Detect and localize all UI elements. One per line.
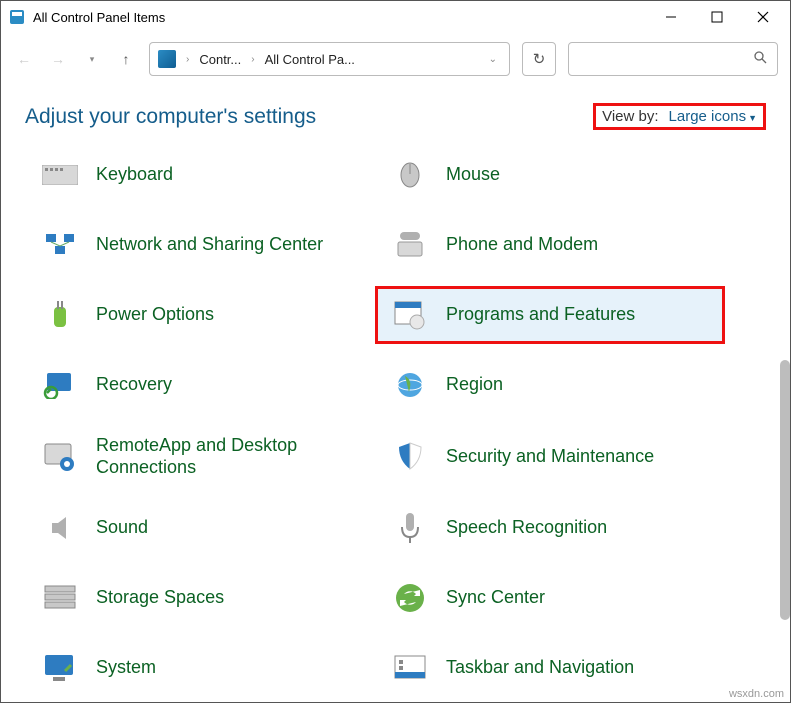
item-label: System xyxy=(96,657,156,679)
maximize-button[interactable] xyxy=(694,3,740,31)
item-label: Keyboard xyxy=(96,164,173,186)
item-power[interactable]: Power Options xyxy=(25,286,375,344)
caption-buttons xyxy=(648,3,786,31)
header-row: Adjust your computer's settings View by:… xyxy=(1,85,790,140)
control-panel-icon xyxy=(9,8,27,26)
item-network[interactable]: Network and Sharing Center xyxy=(25,216,375,274)
item-speech[interactable]: Speech Recognition xyxy=(375,499,725,557)
keyboard-icon xyxy=(38,155,82,195)
breadcrumb-1[interactable]: Contr... xyxy=(199,52,241,67)
view-by-label: View by: xyxy=(602,108,658,125)
item-label: Recovery xyxy=(96,374,172,396)
item-label: Storage Spaces xyxy=(96,587,224,609)
recovery-icon xyxy=(38,365,82,405)
storage-icon xyxy=(38,578,82,618)
item-taskbar[interactable]: Taskbar and Navigation xyxy=(375,639,725,697)
item-label: Speech Recognition xyxy=(446,517,607,539)
page-title: Adjust your computer's settings xyxy=(25,105,316,129)
window-title: All Control Panel Items xyxy=(33,10,648,25)
watermark: wsxdn.com xyxy=(729,688,784,700)
toolbar: ← → ▾ ↑ › Contr... › All Control Pa... ⌄… xyxy=(1,33,790,85)
phone-icon xyxy=(388,225,432,265)
item-recovery[interactable]: Recovery xyxy=(25,356,375,414)
item-label: Sync Center xyxy=(446,587,545,609)
sound-icon xyxy=(38,508,82,548)
item-label: Programs and Features xyxy=(446,304,635,326)
taskbar-icon xyxy=(388,648,432,688)
item-programs[interactable]: Programs and Features xyxy=(375,286,725,344)
item-security[interactable]: Security and Maintenance xyxy=(375,426,725,487)
item-remoteapp[interactable]: RemoteApp and Desktop Connections xyxy=(25,426,375,487)
vertical-scrollbar[interactable] xyxy=(780,360,790,620)
speech-icon xyxy=(388,508,432,548)
item-mouse[interactable]: Mouse xyxy=(375,146,725,204)
system-icon xyxy=(38,648,82,688)
item-label: Mouse xyxy=(446,164,500,186)
view-by-selector[interactable]: View by: Large icons▼ xyxy=(593,103,766,130)
item-label: Region xyxy=(446,374,503,396)
search-icon xyxy=(753,50,767,69)
item-sync[interactable]: Sync Center xyxy=(375,569,725,627)
item-label: Network and Sharing Center xyxy=(96,234,323,256)
up-button[interactable]: ↑ xyxy=(115,48,137,70)
chevron-right-icon: › xyxy=(186,54,189,65)
titlebar: All Control Panel Items xyxy=(1,1,790,33)
recent-dropdown[interactable]: ▾ xyxy=(81,48,103,70)
refresh-button[interactable]: ↻ xyxy=(522,42,556,76)
close-button[interactable] xyxy=(740,3,786,31)
search-input[interactable] xyxy=(568,42,778,76)
chevron-right-icon: › xyxy=(251,54,254,65)
items-grid: Keyboard Mouse Network and Sharing Cente… xyxy=(1,140,790,702)
forward-button[interactable]: → xyxy=(47,48,69,70)
item-label: Sound xyxy=(96,517,148,539)
view-by-value: Large icons xyxy=(669,108,747,125)
item-label: Security and Maintenance xyxy=(446,446,654,468)
security-icon xyxy=(388,437,432,477)
remoteapp-icon xyxy=(38,437,82,477)
region-icon xyxy=(388,365,432,405)
back-button[interactable]: ← xyxy=(13,48,35,70)
power-icon xyxy=(38,295,82,335)
item-label: Taskbar and Navigation xyxy=(446,657,634,679)
item-keyboard[interactable]: Keyboard xyxy=(25,146,375,204)
item-system[interactable]: System xyxy=(25,639,375,697)
breadcrumb-2[interactable]: All Control Pa... xyxy=(265,52,355,67)
item-storage[interactable]: Storage Spaces xyxy=(25,569,375,627)
chevron-down-icon[interactable]: ⌄ xyxy=(489,54,497,65)
control-panel-window: All Control Panel Items ← → ▾ ↑ › Contr.… xyxy=(0,0,791,703)
programs-icon xyxy=(388,295,432,335)
address-bar-icon xyxy=(158,50,176,68)
sync-icon xyxy=(388,578,432,618)
item-region[interactable]: Region xyxy=(375,356,725,414)
network-icon xyxy=(38,225,82,265)
chevron-down-icon: ▼ xyxy=(748,113,757,123)
item-label: Power Options xyxy=(96,304,214,326)
item-label: RemoteApp and Desktop Connections xyxy=(96,435,326,478)
address-bar[interactable]: › Contr... › All Control Pa... ⌄ xyxy=(149,42,510,76)
item-sound[interactable]: Sound xyxy=(25,499,375,557)
item-label: Phone and Modem xyxy=(446,234,598,256)
item-phone[interactable]: Phone and Modem xyxy=(375,216,725,274)
content-area: Keyboard Mouse Network and Sharing Cente… xyxy=(1,140,790,702)
minimize-button[interactable] xyxy=(648,3,694,31)
mouse-icon xyxy=(388,155,432,195)
